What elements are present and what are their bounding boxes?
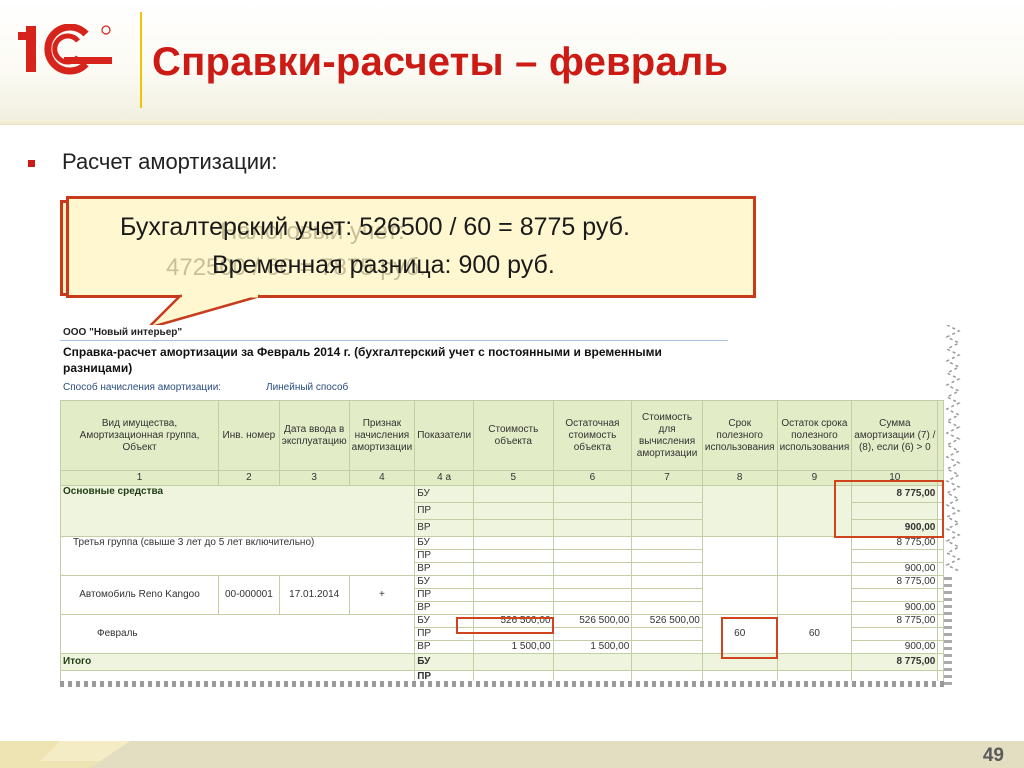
- header-useful-life: Срок полезного использования: [701, 400, 778, 471]
- header-asset-type: Вид имущества, Амортизационная группа, О…: [60, 400, 220, 471]
- indicator-bu: БУ: [414, 575, 475, 589]
- header-indicators: Показатели: [414, 400, 475, 471]
- row-group-label: Третья группа (свыше 3 лет до 5 лет вклю…: [60, 536, 416, 576]
- header-rule: [0, 120, 1024, 125]
- indicator-vr: ВР: [414, 601, 475, 615]
- indicator-bu: БУ: [414, 485, 475, 503]
- bullet-marker: [28, 160, 35, 167]
- slide-title: Справки-расчеты – февраль: [152, 40, 729, 84]
- col-number: 3: [278, 470, 350, 486]
- col-number: 1: [60, 470, 220, 486]
- col-number: 5: [473, 470, 554, 486]
- month-residual-bu: 526 500,00: [552, 614, 633, 628]
- month-cost-vr: 1 500,00: [473, 640, 554, 654]
- group-sum-bu: 8 775,00: [851, 536, 939, 550]
- bullet-text: Расчет амортизации:: [62, 149, 278, 174]
- report-torn-edge: [945, 325, 961, 572]
- object-inv: 00-000001: [218, 575, 280, 615]
- footer-decoration: [0, 741, 130, 768]
- col-number: 4 а: [414, 470, 475, 486]
- total-sum-bu: 8 775,00: [851, 653, 939, 671]
- indicator-vr: ВР: [414, 519, 475, 537]
- month-sum-vr: 900,00: [851, 640, 939, 654]
- object-name: Автомобиль Reno Kangoo: [60, 575, 220, 615]
- month-sum-pr: [851, 627, 939, 641]
- indicator-pr: ПР: [414, 549, 475, 563]
- row-fixed-assets-label: Основные средства: [60, 485, 416, 537]
- callout-line1: Бухгалтерский учет: 526500 / 60 = 8775 р…: [120, 213, 630, 241]
- row-month-label: Февраль: [60, 614, 416, 654]
- col-number: 6: [552, 470, 633, 486]
- header-residual-cost: Остаточная стоимость объекта: [552, 400, 633, 471]
- logo-separator: [140, 12, 142, 108]
- header-spacer: [937, 400, 944, 471]
- month-sum-bu: 8 775,00: [851, 614, 939, 628]
- object-sum-bu: 8 775,00: [851, 575, 939, 589]
- col-number: 7: [631, 470, 703, 486]
- header-inv-number: Инв. номер: [218, 400, 280, 471]
- col-number: 4: [348, 470, 416, 486]
- indicator-bu: БУ: [414, 653, 475, 671]
- report-dashed-edge: [944, 577, 952, 687]
- header-start-date: Дата ввода в эксплуатацию: [278, 400, 350, 471]
- month-calc-bu: 526 500,00: [631, 614, 703, 628]
- page-number: 49: [982, 745, 1004, 766]
- group-sum-vr: 900,00: [851, 562, 939, 576]
- header-amort-sum: Сумма амортизации (7) / (8), если (6) > …: [851, 400, 939, 471]
- highlight-amort-sum: [834, 480, 944, 538]
- object-sum-vr: 900,00: [851, 601, 939, 615]
- highlight-cost: [456, 617, 554, 634]
- month-residual-vr: 1 500,00: [552, 640, 633, 654]
- org-underline: [60, 340, 728, 341]
- highlight-useful-life: [721, 617, 778, 659]
- month-remaining-life: 60: [776, 614, 853, 654]
- report-org: ООО "Новый интерьер": [63, 327, 183, 338]
- header-calc-cost: Стоимость для вычисления амортизации: [631, 400, 703, 471]
- callout-line2: Временная разница: 900 руб.: [212, 251, 555, 279]
- method-value: Линейный способ: [266, 382, 349, 393]
- header-cost: Стоимость объекта: [473, 400, 554, 471]
- header-amort-flag: Признак начисления амортизации: [348, 400, 416, 471]
- callout-accounting: [66, 196, 756, 298]
- row-total-label: Итого: [60, 653, 416, 671]
- report-title: Справка-расчет амортизации за Февраль 20…: [63, 345, 662, 375]
- indicator-pr: ПР: [414, 588, 475, 602]
- header-remaining-life: Остаток срока полезного использования: [776, 400, 853, 471]
- indicator-pr: ПР: [414, 502, 475, 520]
- report-cut-edge: [60, 681, 944, 687]
- col-number: 2: [218, 470, 280, 486]
- object-date: 17.01.2014: [278, 575, 350, 615]
- indicator-bu: БУ: [414, 536, 475, 550]
- 1c-logo: [18, 24, 112, 75]
- report-table: Вид имущества, Амортизационная группа, О…: [60, 400, 944, 684]
- col-number: 8: [701, 470, 778, 486]
- indicator-vr: ВР: [414, 640, 475, 654]
- method-label: Способ начисления амортизации:: [63, 382, 222, 393]
- object-flag: +: [348, 575, 416, 615]
- indicator-vr: ВР: [414, 562, 475, 576]
